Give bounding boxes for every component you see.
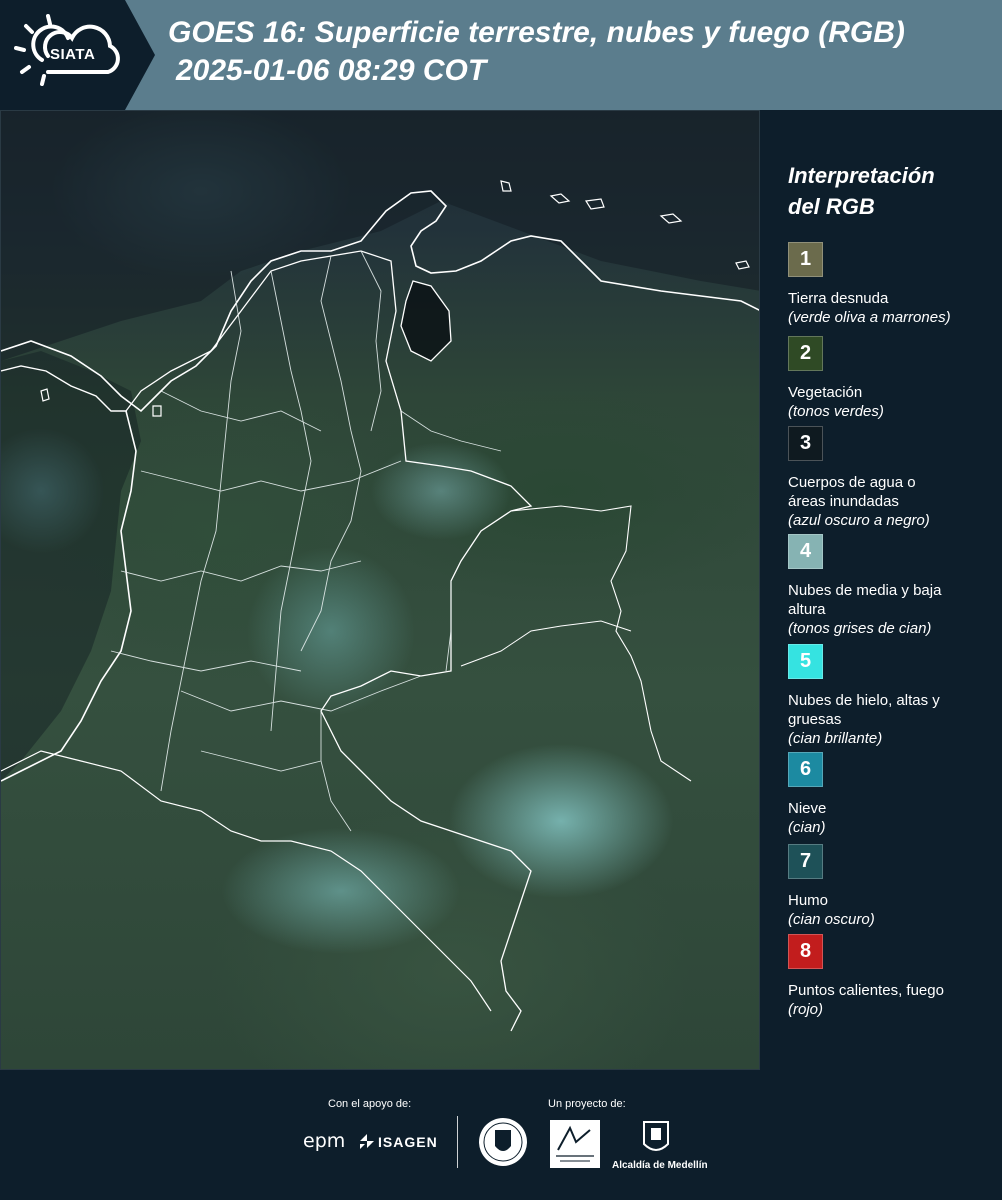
- legend-item-label: Tierra desnuda: [788, 290, 889, 307]
- legend-item-label: Nubes de media y baja altura: [788, 582, 942, 618]
- legend-swatch: 4: [788, 534, 823, 569]
- medellin-seal-icon: [479, 1118, 527, 1166]
- alcaldia-shield-icon: [643, 1121, 669, 1151]
- legend-swatch: 8: [788, 934, 823, 969]
- legend-item-label: Vegetación: [788, 384, 863, 401]
- legend-item: 7 Humo (cian oscuro): [788, 844, 988, 929]
- legend-swatch: 1: [788, 242, 823, 277]
- footer-divider: [457, 1116, 458, 1168]
- siata-logo: SIATA: [0, 0, 155, 110]
- epm-logo: epm: [303, 1130, 346, 1152]
- legend-swatch: 7: [788, 844, 823, 879]
- legend-title-line-1: Interpretación: [788, 163, 935, 188]
- map-boundaries: [1, 111, 759, 1032]
- title-line-1: GOES 16: Superficie terrestre, nubes y f…: [168, 16, 905, 49]
- legend-swatch: 6: [788, 752, 823, 787]
- legend-item-description: (cian brillante): [788, 730, 883, 747]
- legend-item-label: Nubes de hielo, altas y gruesas: [788, 692, 940, 728]
- legend-swatch: 3: [788, 426, 823, 461]
- footer: Con el apoyo de: Un proyecto de: epm ISA…: [0, 1070, 1002, 1200]
- legend-item-description: (azul oscuro a negro): [788, 512, 930, 529]
- legend-item-description: (rojo): [788, 1001, 824, 1018]
- legend-item-description: (cian): [788, 819, 826, 836]
- area-metropolitana-logo: [550, 1120, 600, 1168]
- legend-item-description: (verde oliva a marrones): [788, 309, 951, 326]
- legend-item: 6 Nieve (cian): [788, 752, 988, 837]
- legend-item-label: Humo: [788, 892, 829, 909]
- legend-item: 1 Tierra desnuda (verde oliva a marrones): [788, 242, 988, 327]
- isagen-mark-icon: [360, 1134, 374, 1149]
- project-label: Un proyecto de:: [548, 1098, 626, 1110]
- header-bar: SIATA GOES 16: Superficie terrestre, nub…: [0, 0, 1002, 110]
- legend-swatch: 5: [788, 644, 823, 679]
- isagen-logo: ISAGEN: [378, 1134, 438, 1150]
- legend-item: 2 Vegetación (tonos verdes): [788, 336, 988, 421]
- legend-swatch: 2: [788, 336, 823, 371]
- legend-item-description: (cian oscuro): [788, 911, 875, 928]
- logo-text: SIATA: [50, 46, 96, 63]
- satellite-map[interactable]: [0, 110, 760, 1070]
- alcaldia-label: Alcaldía de Medellín: [612, 1160, 708, 1171]
- legend-title: Interpretación del RGB: [788, 160, 988, 222]
- page-title: GOES 16: Superficie terrestre, nubes y f…: [168, 14, 905, 90]
- legend-item-label: Nieve: [788, 800, 827, 817]
- title-timestamp: 2025-01-06 08:29 COT: [176, 54, 487, 87]
- legend-title-line-2: del RGB: [788, 194, 875, 219]
- legend-item: 8 Puntos calientes, fuego (rojo): [788, 934, 988, 1019]
- legend-item-label: Cuerpos de agua o áreas inundadas: [788, 474, 916, 510]
- legend-item: 4 Nubes de media y baja altura (tonos gris…: [788, 534, 988, 638]
- legend-item-label: Puntos calientes, fuego: [788, 982, 944, 999]
- legend-item: 5 Nubes de hielo, altas y gruesas (cian br…: [788, 644, 988, 748]
- rgb-legend: Interpretación del RGB 1 Tierra desnuda (v…: [788, 160, 988, 1018]
- legend-item-description: (tonos verdes): [788, 403, 884, 420]
- support-label: Con el apoyo de:: [328, 1098, 412, 1110]
- legend-item-description: (tonos grises de cian): [788, 620, 932, 637]
- area-metropolitana-icon: [556, 1125, 594, 1162]
- legend-item: 3 Cuerpos de agua o áreas inundadas (azul …: [788, 426, 988, 530]
